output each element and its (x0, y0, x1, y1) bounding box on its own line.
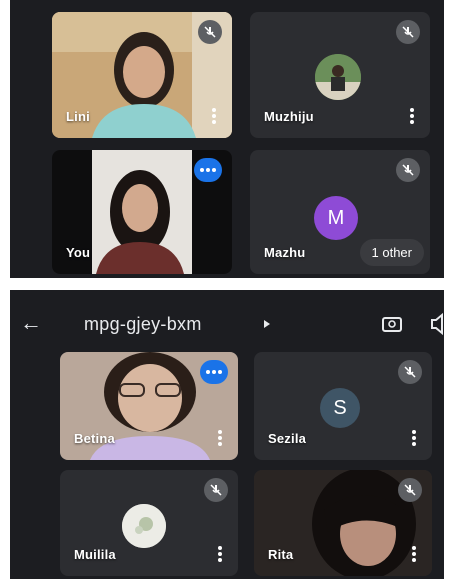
meeting-header: ← mpg-gjey-bxm (10, 290, 444, 346)
participant-name: Lini (66, 109, 90, 124)
more-vert-icon[interactable] (412, 546, 416, 562)
others-count-pill[interactable]: 1 other (359, 239, 424, 266)
camera-switch-icon[interactable] (380, 312, 404, 336)
participant-tile-betina[interactable]: Betina (60, 352, 238, 460)
participant-name: Muilila (74, 547, 116, 562)
mic-off-icon (396, 20, 420, 44)
meet-screen-2: ← mpg-gjey-bxm Betina S Sezila Muilila R… (10, 290, 444, 579)
mic-off-icon (198, 20, 222, 44)
participant-tile-muilila[interactable]: Muilila (60, 470, 238, 576)
speaking-indicator-icon (194, 158, 222, 182)
avatar: M (314, 196, 358, 240)
participant-name: Muzhiju (264, 109, 314, 124)
meet-screen-1: Lini Muzhiju You M Mazhu 1 other (10, 0, 444, 278)
participant-tile-lini[interactable]: Lini (52, 12, 232, 138)
more-vert-icon[interactable] (412, 430, 416, 446)
participant-tile-you[interactable]: You (52, 150, 232, 274)
meeting-code[interactable]: mpg-gjey-bxm (84, 314, 202, 335)
mic-off-icon (204, 478, 228, 502)
mic-off-icon (398, 360, 422, 384)
more-vert-icon[interactable] (218, 546, 222, 562)
participant-tile-sezila[interactable]: S Sezila (254, 352, 432, 460)
more-vert-icon[interactable] (410, 108, 414, 124)
more-vert-icon[interactable] (212, 108, 216, 124)
participant-name: Betina (74, 431, 115, 446)
back-arrow-icon[interactable]: ← (20, 310, 42, 336)
participant-tile-rita[interactable]: Rita (254, 470, 432, 576)
avatar: S (320, 388, 360, 428)
avatar (122, 504, 166, 548)
participant-name: Sezila (268, 431, 307, 446)
mic-off-icon (398, 478, 422, 502)
chevron-right-icon[interactable] (264, 320, 270, 328)
participant-name: You (66, 245, 91, 260)
participant-name: Mazhu (264, 245, 306, 260)
avatar (315, 54, 361, 100)
participant-tile-muzhiju[interactable]: Muzhiju (250, 12, 430, 138)
participant-name: Rita (268, 547, 294, 562)
more-vert-icon[interactable] (218, 430, 222, 446)
speaker-icon[interactable] (430, 312, 444, 336)
participant-tile-mazhu[interactable]: M Mazhu 1 other (250, 150, 430, 274)
mic-off-icon (396, 158, 420, 182)
speaking-indicator-icon (200, 360, 228, 384)
